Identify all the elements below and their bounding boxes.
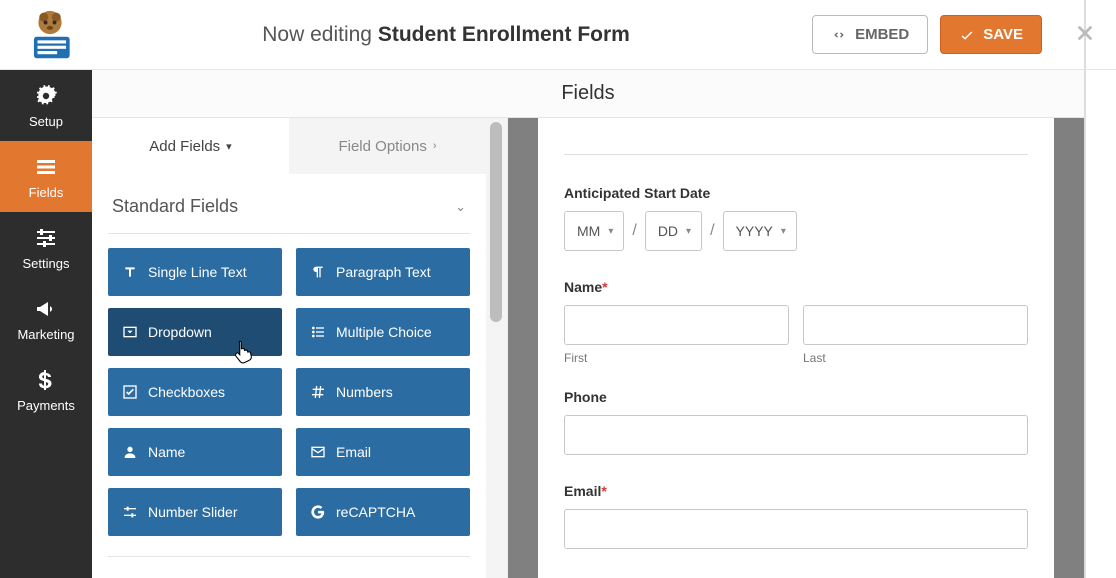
chevron-down-icon: ⌄ <box>455 199 466 215</box>
list-icon <box>310 324 326 340</box>
field-palette: Single Line Text Paragraph Text Dropdown <box>92 248 486 536</box>
embed-button[interactable]: EMBED <box>812 15 928 54</box>
input-phone[interactable] <box>564 415 1028 455</box>
check-icon <box>959 27 975 43</box>
top-bar: Now editing Student Enrollment Form EMBE… <box>0 0 1116 70</box>
text-icon <box>122 264 138 280</box>
hash-icon <box>310 384 326 400</box>
logo-wpforms <box>20 10 80 60</box>
chevron-right-icon: › <box>433 140 437 152</box>
paragraph-icon <box>310 264 326 280</box>
google-icon <box>310 504 326 520</box>
form-icon <box>0 155 92 179</box>
field-single-line[interactable]: Single Line Text <box>108 248 282 296</box>
mail-icon <box>310 444 326 460</box>
editing-prefix: Now editing <box>262 23 372 46</box>
chevron-down-icon: ▾ <box>781 226 786 237</box>
label-start-date: Anticipated Start Date <box>564 185 1028 201</box>
rail-settings[interactable]: Settings <box>0 212 92 283</box>
slider-icon <box>122 504 138 520</box>
field-checkboxes[interactable]: Checkboxes <box>108 368 282 416</box>
field-numbers[interactable]: Numbers <box>296 368 470 416</box>
cursor-pointer-icon <box>230 338 256 364</box>
field-name[interactable]: Name <box>108 428 282 476</box>
sublabel-last: Last <box>803 351 1028 365</box>
rail-payments[interactable]: Payments <box>0 354 92 425</box>
select-day[interactable]: DD▾ <box>645 211 702 251</box>
tab-field-options[interactable]: Field Options › <box>289 118 486 174</box>
editing-formname: Student Enrollment Form <box>378 23 630 46</box>
dropdown-icon <box>122 324 138 340</box>
scrollbar[interactable] <box>486 118 507 578</box>
field-paragraph[interactable]: Paragraph Text <box>296 248 470 296</box>
field-number-slider[interactable]: Number Slider <box>108 488 282 536</box>
chevron-down-icon: ▾ <box>608 226 613 237</box>
chevron-down-icon: ▾ <box>226 140 232 153</box>
select-month[interactable]: MM▾ <box>564 211 624 251</box>
rail-fields[interactable]: Fields <box>0 141 92 212</box>
user-icon <box>122 444 138 460</box>
field-recaptcha[interactable]: reCAPTCHA <box>296 488 470 536</box>
close-icon <box>1074 22 1096 44</box>
code-icon <box>831 27 847 43</box>
rail-setup[interactable]: Setup <box>0 70 92 141</box>
close-button[interactable] <box>1074 19 1096 51</box>
sublabel-first: First <box>564 351 789 365</box>
sliders-icon <box>0 226 92 250</box>
panel-title: Fields <box>92 70 1084 118</box>
divider <box>564 154 1028 155</box>
section-standard-fields[interactable]: Standard Fields ⌄ <box>92 174 486 227</box>
label-name: Name* <box>564 279 1028 295</box>
input-first-name[interactable] <box>564 305 789 345</box>
field-multiple-choice[interactable]: Multiple Choice <box>296 308 470 356</box>
form-preview: Anticipated Start Date MM▾ / DD▾ / YYYY▾ <box>508 118 1084 578</box>
side-rail: Setup Fields Settings Marketing Payments <box>0 70 92 578</box>
check-icon <box>122 384 138 400</box>
dollar-icon <box>0 368 92 392</box>
select-year[interactable]: YYYY▾ <box>723 211 797 251</box>
input-email[interactable] <box>564 509 1028 549</box>
chevron-down-icon: ▾ <box>686 226 691 237</box>
tab-add-fields[interactable]: Add Fields ▾ <box>92 118 289 174</box>
rail-marketing[interactable]: Marketing <box>0 283 92 354</box>
label-email: Email* <box>564 483 1028 499</box>
gear-icon <box>0 84 92 108</box>
input-last-name[interactable] <box>803 305 1028 345</box>
save-button[interactable]: SAVE <box>940 15 1042 54</box>
page-title: Now editing Student Enrollment Form <box>80 23 812 47</box>
bullhorn-icon <box>0 297 92 321</box>
field-email[interactable]: Email <box>296 428 470 476</box>
label-phone: Phone <box>564 389 1028 405</box>
field-dropdown[interactable]: Dropdown <box>108 308 282 356</box>
